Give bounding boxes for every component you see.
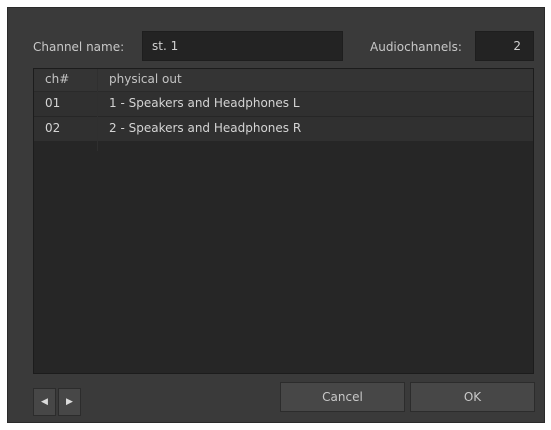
cancel-button[interactable]: Cancel bbox=[280, 382, 405, 412]
channel-name-label: Channel name: bbox=[33, 40, 125, 54]
cell-ch: 02 bbox=[45, 121, 61, 135]
prev-button[interactable]: ◀ bbox=[33, 388, 56, 416]
cell-ch: 01 bbox=[45, 96, 61, 110]
column-header-physical-out: physical out bbox=[109, 72, 182, 86]
triangle-right-icon: ▶ bbox=[66, 397, 73, 407]
channel-mapping-table: ch# physical out 01 1 - Speakers and Hea… bbox=[33, 68, 534, 374]
audiochannels-input[interactable]: 2 bbox=[475, 31, 534, 61]
cell-physical-out[interactable]: 2 - Speakers and Headphones R bbox=[109, 121, 301, 135]
audiochannels-label: Audiochannels: bbox=[370, 40, 462, 54]
next-button[interactable]: ▶ bbox=[58, 388, 81, 416]
table-header: ch# physical out bbox=[34, 69, 533, 92]
output-channel-dialog: Channel name: st. 1 Audiochannels: 2 ch#… bbox=[7, 7, 545, 423]
channel-name-input[interactable]: st. 1 bbox=[142, 31, 343, 61]
table-row[interactable]: 02 2 - Speakers and Headphones R bbox=[34, 117, 533, 142]
column-divider bbox=[97, 69, 98, 151]
table-row[interactable]: 01 1 - Speakers and Headphones L bbox=[34, 92, 533, 117]
column-header-ch: ch# bbox=[45, 72, 70, 86]
triangle-left-icon: ◀ bbox=[41, 397, 48, 407]
cell-physical-out[interactable]: 1 - Speakers and Headphones L bbox=[109, 96, 300, 110]
ok-button[interactable]: OK bbox=[410, 382, 535, 412]
